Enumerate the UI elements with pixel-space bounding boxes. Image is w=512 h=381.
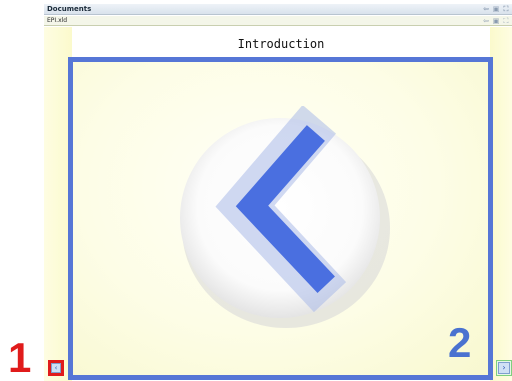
window-buttons: ⇦ ▣ ⛶: [482, 4, 512, 14]
page-title: Introduction: [237, 37, 325, 51]
chevron-left-icon: ‹: [51, 363, 61, 373]
page-header: Introduction: [72, 27, 490, 57]
previous-page-button[interactable]: ‹: [48, 360, 64, 376]
annotation-marker-1: 1: [8, 334, 32, 381]
maximize-icon[interactable]: ⛶: [502, 17, 510, 25]
page-margin-right: [490, 27, 512, 381]
file-tab-bar: EPI.xld ⇦ ▣ ⛶: [44, 16, 512, 26]
restore-icon[interactable]: ▣: [492, 5, 500, 13]
tab-buttons: ⇦ ▣ ⛶: [482, 16, 512, 25]
chevron-right-icon: ›: [498, 362, 510, 374]
back-icon[interactable]: ⇦: [482, 17, 490, 25]
next-page-button[interactable]: ›: [496, 360, 512, 376]
window-title-bar: Documents ⇦ ▣ ⛶: [44, 4, 512, 15]
maximize-icon[interactable]: ⛶: [502, 5, 510, 13]
window-title: Documents: [47, 5, 92, 13]
annotation-marker-2: 2: [448, 319, 472, 366]
content-area[interactable]: [68, 57, 493, 380]
back-icon[interactable]: ⇦: [482, 5, 490, 13]
restore-icon[interactable]: ▣: [492, 17, 500, 25]
file-tab[interactable]: EPI.xld: [47, 17, 67, 24]
back-arrow-image: [180, 106, 390, 328]
